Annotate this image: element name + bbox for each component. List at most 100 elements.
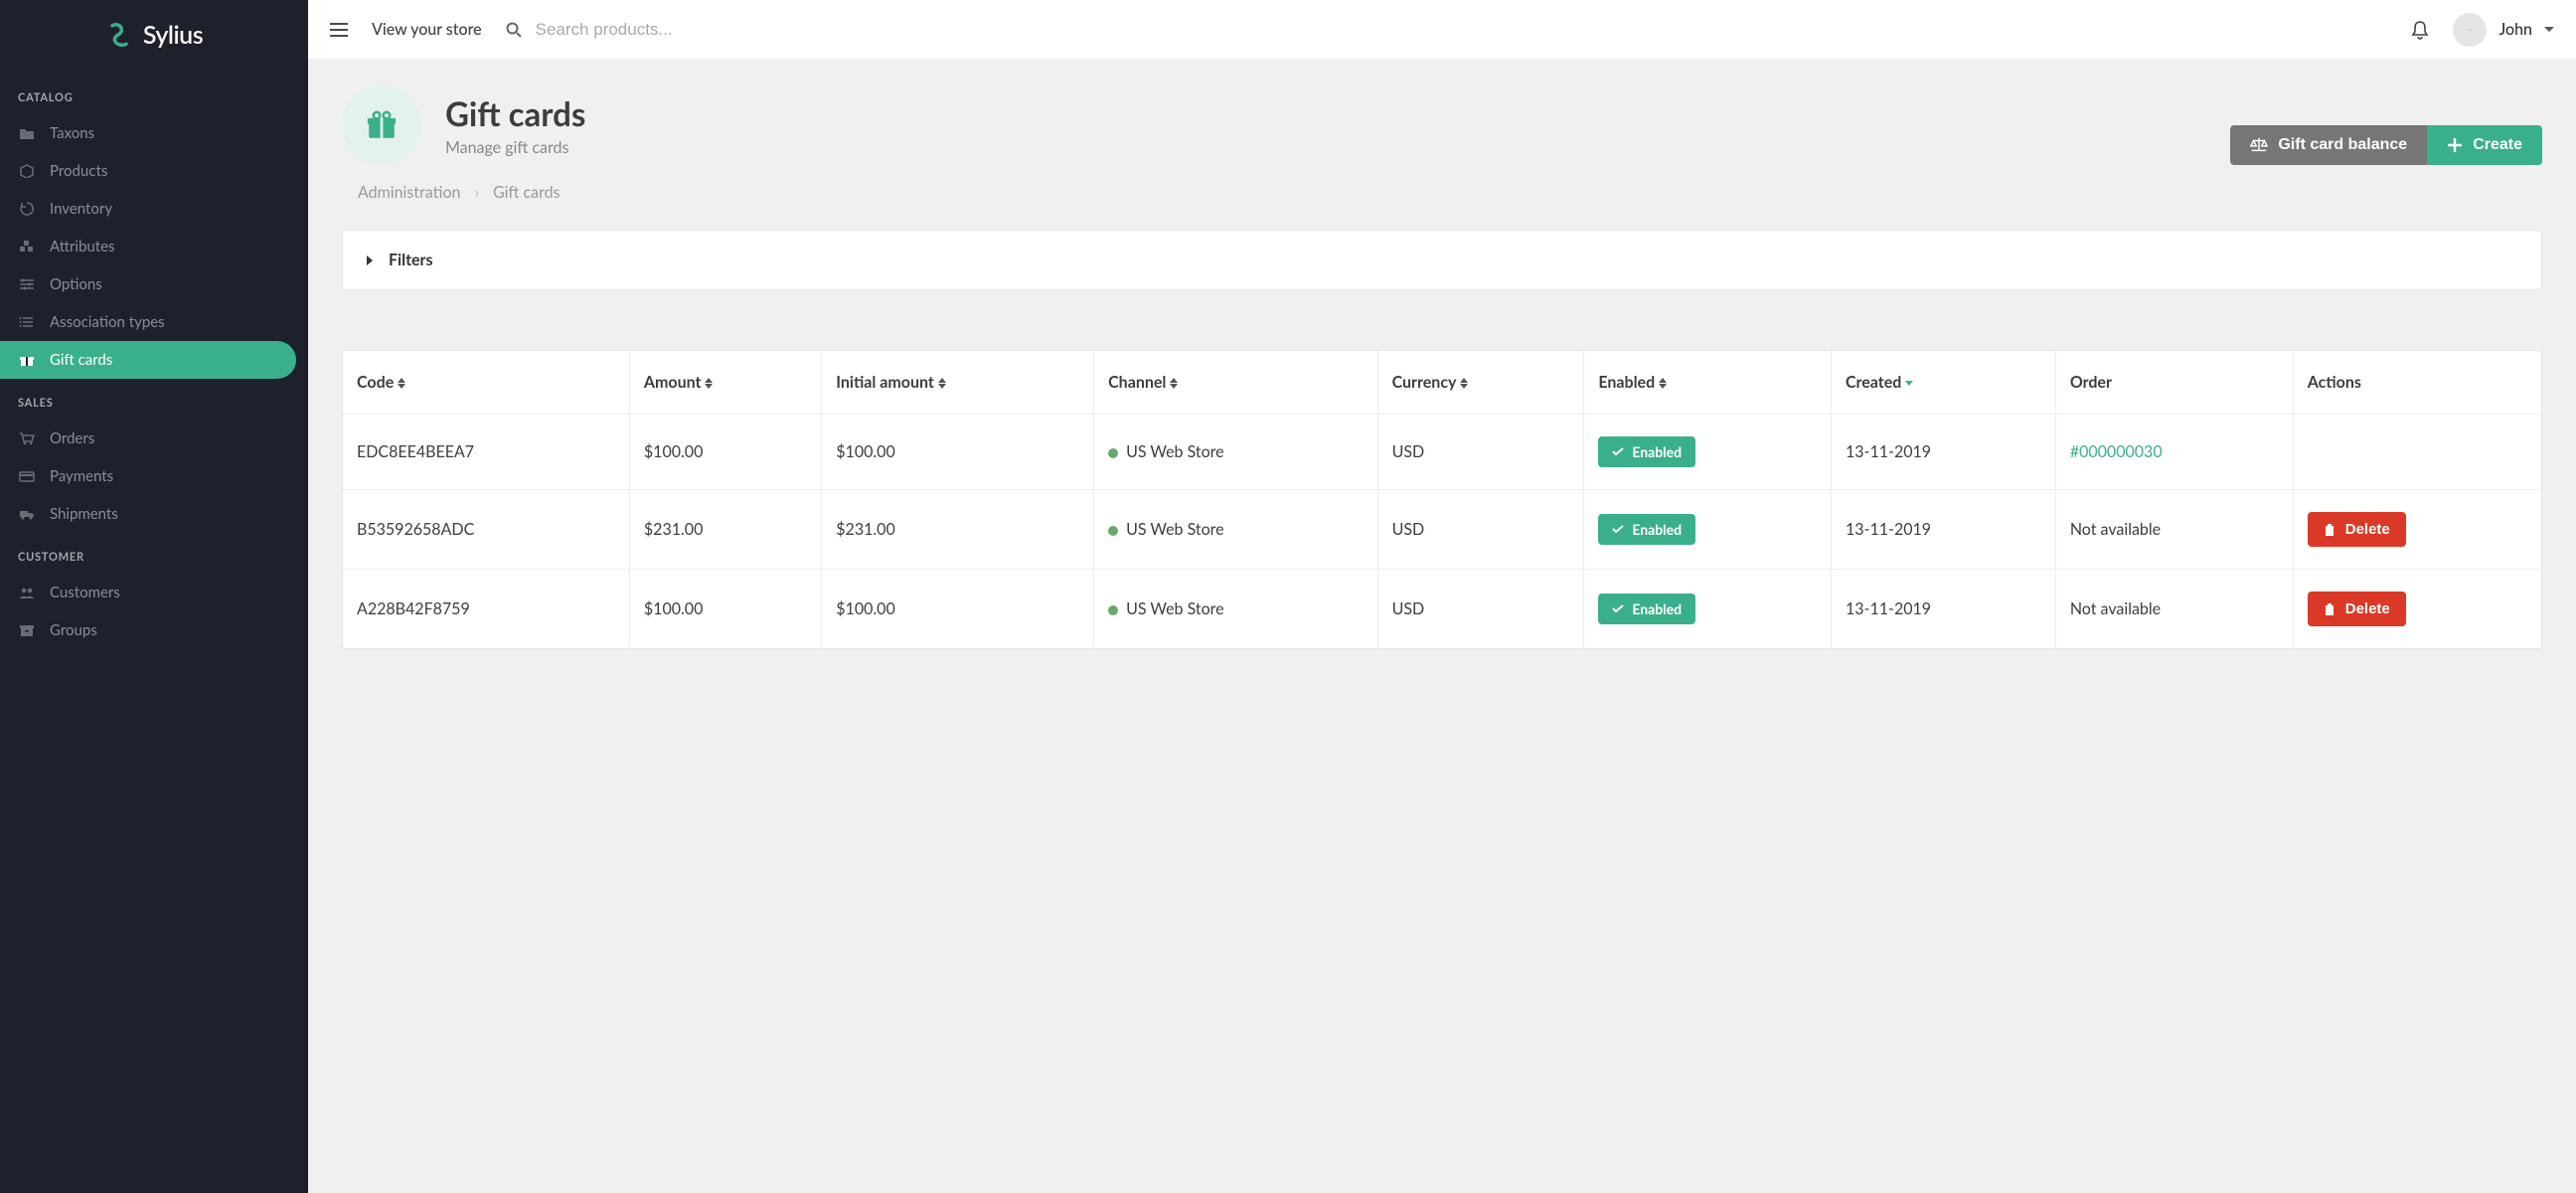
sidebar-item-label: Orders (50, 429, 94, 447)
archive-icon (18, 622, 36, 638)
sidebar-item-attributes[interactable]: Attributes (0, 228, 308, 265)
cell-code: B53592658ADC (343, 490, 630, 570)
cell-created: 13-11-2019 (1832, 490, 2056, 570)
sidebar-item-groups[interactable]: Groups (0, 611, 308, 649)
nav-section-title: CATALOG (0, 74, 308, 114)
cell-channel: US Web Store (1094, 415, 1377, 490)
enabled-badge: Enabled (1598, 514, 1695, 545)
order-link[interactable]: #000000030 (2070, 442, 2163, 461)
sidebar-item-shipments[interactable]: Shipments (0, 495, 308, 533)
cell-code: A228B42F8759 (343, 570, 630, 648)
sidebar-item-label: Attributes (50, 238, 115, 256)
truck-icon (18, 506, 36, 522)
search-wrap (506, 20, 1435, 40)
table-row: EDC8EE4BEEA7$100.00$100.00US Web StoreUS… (343, 415, 2541, 490)
sidebar-item-options[interactable]: Options (0, 265, 308, 303)
cell-actions: Delete (2294, 490, 2541, 570)
page-title: Gift cards (445, 94, 585, 134)
sidebar-item-association-types[interactable]: Association types (0, 303, 308, 341)
cell-channel: US Web Store (1094, 490, 1377, 570)
col-actions: Actions (2294, 351, 2541, 415)
cell-amount: $231.00 (630, 490, 822, 570)
scale-icon (2250, 137, 2268, 153)
sidebar-item-label: Groups (50, 621, 97, 639)
cubes-icon (18, 239, 36, 255)
cell-actions (2294, 415, 2541, 490)
col-code[interactable]: Code (343, 351, 630, 415)
cell-enabled: Enabled (1584, 490, 1832, 570)
delete-button[interactable]: Delete (2308, 592, 2406, 626)
sidebar-item-label: Gift cards (50, 351, 112, 369)
sidebar-item-payments[interactable]: Payments (0, 457, 308, 495)
folder-icon (18, 125, 36, 141)
sidebar-item-label: Taxons (50, 124, 94, 142)
sidebar: Sylius CATALOG Taxons Products Inventory Att… (0, 0, 308, 1193)
channel-name: US Web Store (1126, 599, 1224, 618)
view-store-link[interactable]: View your store (372, 20, 482, 39)
breadcrumb-root[interactable]: Administration (358, 183, 460, 202)
sort-icon (938, 378, 946, 389)
user-name: John (2498, 20, 2532, 39)
sort-desc-icon (1905, 381, 1913, 386)
gift-icon (365, 108, 399, 142)
cell-code: EDC8EE4BEEA7 (343, 415, 630, 490)
gift-icon (18, 352, 36, 368)
sidebar-item-inventory[interactable]: Inventory (0, 190, 308, 228)
brand-logo[interactable]: Sylius (0, 0, 308, 74)
channel-name: US Web Store (1126, 520, 1224, 539)
menu-toggle-icon[interactable] (330, 23, 348, 37)
caret-right-icon (367, 256, 373, 265)
col-created[interactable]: Created (1832, 351, 2056, 415)
sidebar-item-orders[interactable]: Orders (0, 420, 308, 457)
delete-button[interactable]: Delete (2308, 512, 2406, 547)
chevron-down-icon (2544, 27, 2554, 32)
nav-section-title: SALES (0, 379, 308, 420)
sort-icon (1460, 378, 1468, 389)
page-icon-circle (342, 85, 421, 165)
status-dot-icon (1108, 526, 1118, 536)
col-amount[interactable]: Amount (630, 351, 822, 415)
search-icon (506, 22, 522, 38)
cell-enabled: Enabled (1584, 570, 1832, 648)
col-channel[interactable]: Channel (1094, 351, 1377, 415)
sidebar-item-gift-cards[interactable]: Gift cards (0, 341, 296, 379)
sidebar-item-label: Payments (50, 467, 113, 485)
create-button[interactable]: Create (2427, 125, 2542, 165)
notifications-icon[interactable] (2411, 20, 2429, 40)
check-icon (1612, 447, 1624, 456)
sidebar-item-label: Association types (50, 313, 165, 331)
sylius-logo-icon (105, 21, 133, 49)
status-dot-icon (1108, 605, 1118, 615)
brand-name: Sylius (143, 20, 203, 50)
enabled-badge: Enabled (1598, 594, 1695, 624)
status-dot-icon (1108, 448, 1118, 458)
cell-initial-amount: $100.00 (822, 415, 1094, 490)
check-icon (1612, 604, 1624, 613)
sidebar-item-label: Shipments (50, 505, 118, 523)
search-input[interactable] (536, 20, 834, 40)
trash-icon (2324, 602, 2335, 616)
sidebar-item-label: Products (50, 162, 107, 180)
sidebar-item-label: Options (50, 275, 102, 293)
sidebar-item-products[interactable]: Products (0, 152, 308, 190)
gift-card-balance-button[interactable]: Gift card balance (2230, 125, 2427, 165)
user-menu[interactable]: ·· John (2453, 13, 2554, 47)
col-currency[interactable]: Currency (1378, 351, 1585, 415)
cell-initial-amount: $100.00 (822, 570, 1094, 648)
filters-toggle[interactable]: Filters (342, 230, 2542, 290)
cell-actions: Delete (2294, 570, 2541, 648)
col-enabled[interactable]: Enabled (1584, 351, 1832, 415)
cell-created: 13-11-2019 (1832, 415, 2056, 490)
breadcrumb: Administration › Gift cards (358, 183, 2542, 202)
avatar: ·· (2453, 13, 2487, 47)
col-initial-amount[interactable]: Initial amount (822, 351, 1094, 415)
plus-icon (2447, 137, 2463, 153)
box-icon (18, 163, 36, 179)
sliders-icon (18, 276, 36, 292)
breadcrumb-current: Gift cards (493, 183, 561, 202)
sidebar-item-taxons[interactable]: Taxons (0, 114, 308, 152)
sidebar-item-customers[interactable]: Customers (0, 574, 308, 611)
cell-amount: $100.00 (630, 415, 822, 490)
sort-icon (398, 378, 405, 389)
cell-currency: USD (1378, 490, 1585, 570)
